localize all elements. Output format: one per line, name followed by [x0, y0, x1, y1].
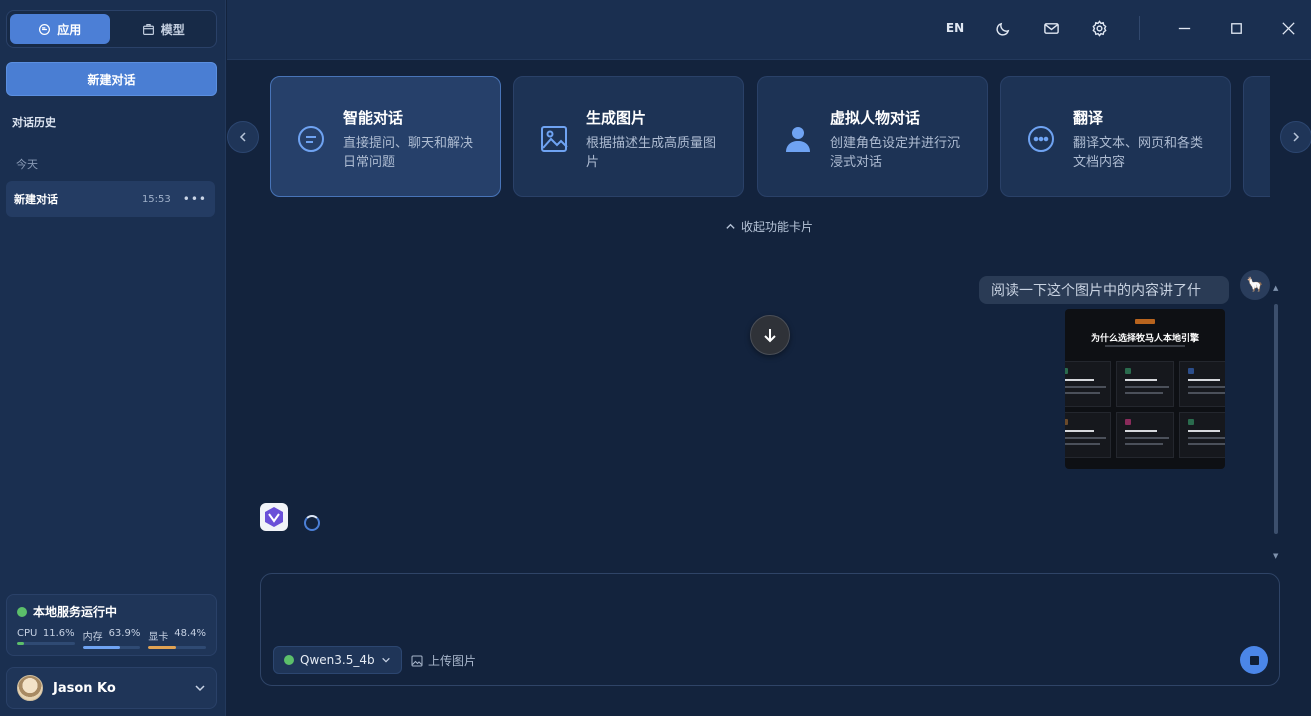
minimize-icon[interactable] [1172, 16, 1196, 40]
card-description: 翻译文本、网页和各类文档内容 [1073, 136, 1204, 170]
assistant-avatar [260, 503, 288, 531]
card-description: 直接提问、聊天和解决日常问题 [343, 136, 474, 170]
service-status-label: 本地服务运行中 [33, 605, 118, 619]
thumb-cell [1179, 361, 1225, 407]
title-bar: EN [227, 0, 1311, 60]
card-virtual-character[interactable]: 虚拟人物对话 创建角色设定并进行沉浸式对话 [757, 76, 988, 197]
status-dot [17, 606, 27, 617]
sidebar: 应用 模型 新建对话 对话历史 今天 新建对话 15:53 ••• 本地服务运行… [0, 0, 226, 716]
avatar: 🦙 [1240, 270, 1270, 300]
model-status-dot [284, 655, 294, 665]
gpu-stat: 显卡 48.4% [148, 628, 207, 649]
memory-stat: 内存 63.9% [82, 628, 141, 649]
history-item-time: 15:53 [141, 193, 171, 205]
stop-generation-button[interactable] [1240, 646, 1268, 674]
thumb-cell [1065, 361, 1111, 407]
thumb-badge [1135, 319, 1155, 324]
dots-bubble-icon [1028, 126, 1054, 152]
chevron-right-icon [1293, 132, 1300, 142]
chevron-up-icon [726, 223, 735, 229]
user-name: Jason Ko [53, 680, 116, 696]
message-input[interactable]: Qwen3.5_4b 上传图片 [260, 573, 1280, 686]
gpu-bar [148, 646, 177, 649]
chat-bubble-icon [39, 23, 51, 35]
gear-icon[interactable] [1087, 16, 1111, 40]
card-title: 生成图片 [586, 109, 647, 127]
scroll-up-arrow[interactable]: ▲ [1273, 284, 1278, 292]
cards-prev-button[interactable] [227, 121, 259, 153]
card-partial[interactable] [1243, 76, 1270, 197]
more-options-icon[interactable]: ••• [183, 192, 207, 206]
card-smart-chat[interactable]: 智能对话 直接提问、聊天和解决日常问题 [270, 76, 501, 197]
title-bar-divider [1139, 16, 1140, 40]
attachment-image[interactable]: 为什么选择牧马人本地引擎 [1065, 309, 1225, 469]
collapse-cards-toggle[interactable]: 收起功能卡片 [725, 218, 813, 235]
thumb-cell [1116, 412, 1174, 458]
image-icon [541, 126, 568, 152]
collapse-cards-label: 收起功能卡片 [741, 220, 814, 234]
language-toggle[interactable]: EN [943, 16, 967, 40]
scroll-to-bottom-button[interactable] [750, 315, 790, 355]
attachment-title: 为什么选择牧马人本地引擎 [1090, 334, 1199, 344]
history-item[interactable]: 新建对话 15:53 ••• [6, 181, 215, 217]
chevron-down-icon [381, 657, 390, 663]
upload-image-label: 上传图片 [428, 654, 477, 668]
memory-bar [82, 646, 120, 649]
cpu-stat: CPU 11.6% [17, 628, 75, 649]
memory-value: 63.9% [108, 628, 141, 639]
scroll-down-arrow[interactable]: ▼ [1273, 552, 1278, 560]
model-selector[interactable]: Qwen3.5_4b [273, 646, 402, 674]
chat-bubble-icon [298, 126, 324, 152]
close-icon[interactable] [1276, 16, 1300, 40]
upload-image-button[interactable]: 上传图片 [411, 652, 476, 669]
image-icon [411, 655, 423, 666]
thumb-cell [1116, 361, 1174, 407]
person-icon [786, 127, 810, 152]
mail-icon[interactable] [1039, 16, 1063, 40]
card-title: 虚拟人物对话 [830, 109, 921, 127]
history-item-title: 新建对话 [14, 193, 58, 206]
history-title: 对话历史 [12, 116, 56, 129]
tab-apps-label: 应用 [57, 22, 82, 37]
thumb-subtitle-line [1105, 345, 1185, 347]
tab-models[interactable]: 模型 [114, 14, 214, 44]
cards-next-button[interactable] [1280, 121, 1311, 153]
stop-icon [1249, 655, 1259, 665]
chat-scrollbar[interactable]: ▲ ▼ [1273, 284, 1279, 560]
cpu-bar [17, 642, 24, 645]
card-translate[interactable]: 翻译 翻译文本、网页和各类文档内容 [1000, 76, 1231, 197]
card-description: 根据描述生成高质量图片 [586, 136, 717, 170]
tab-apps[interactable]: 应用 [10, 14, 110, 44]
maximize-icon[interactable] [1224, 16, 1248, 40]
user-menu[interactable]: Jason Ko [6, 667, 217, 709]
new-chat-button[interactable]: 新建对话 [6, 62, 217, 96]
thumb-cell [1065, 412, 1111, 458]
card-title: 翻译 [1073, 109, 1104, 127]
gpu-label: 显卡 [148, 632, 169, 643]
gpu-value: 48.4% [174, 628, 207, 639]
user-message: 阅读一下这个图片中的内容讲了什么: [979, 276, 1229, 304]
chevron-down-icon [195, 685, 205, 692]
history-group-today: 今天 [16, 158, 38, 171]
moon-icon[interactable] [991, 16, 1015, 40]
mode-switch: 应用 模型 [6, 10, 217, 48]
chevron-left-icon [239, 132, 246, 142]
service-status-panel: 本地服务运行中 CPU 11.6% 内存 63.9% 显卡 48.4% [6, 594, 217, 656]
thumb-cell [1179, 412, 1225, 458]
cpu-label: CPU [17, 628, 38, 639]
card-title: 智能对话 [343, 109, 404, 127]
box-icon [142, 23, 154, 35]
loading-spinner [304, 515, 320, 531]
memory-label: 内存 [82, 632, 103, 643]
avatar [17, 675, 43, 701]
tab-models-label: 模型 [160, 22, 185, 37]
card-generate-image[interactable]: 生成图片 根据描述生成高质量图片 [513, 76, 744, 197]
card-description: 创建角色设定并进行沉浸式对话 [830, 136, 961, 170]
arrow-down-icon [764, 329, 776, 343]
cpu-value: 11.6% [42, 628, 75, 639]
scrollbar-thumb[interactable] [1274, 304, 1278, 534]
qwen-logo-icon [265, 507, 283, 527]
model-name: Qwen3.5_4b [300, 653, 375, 667]
